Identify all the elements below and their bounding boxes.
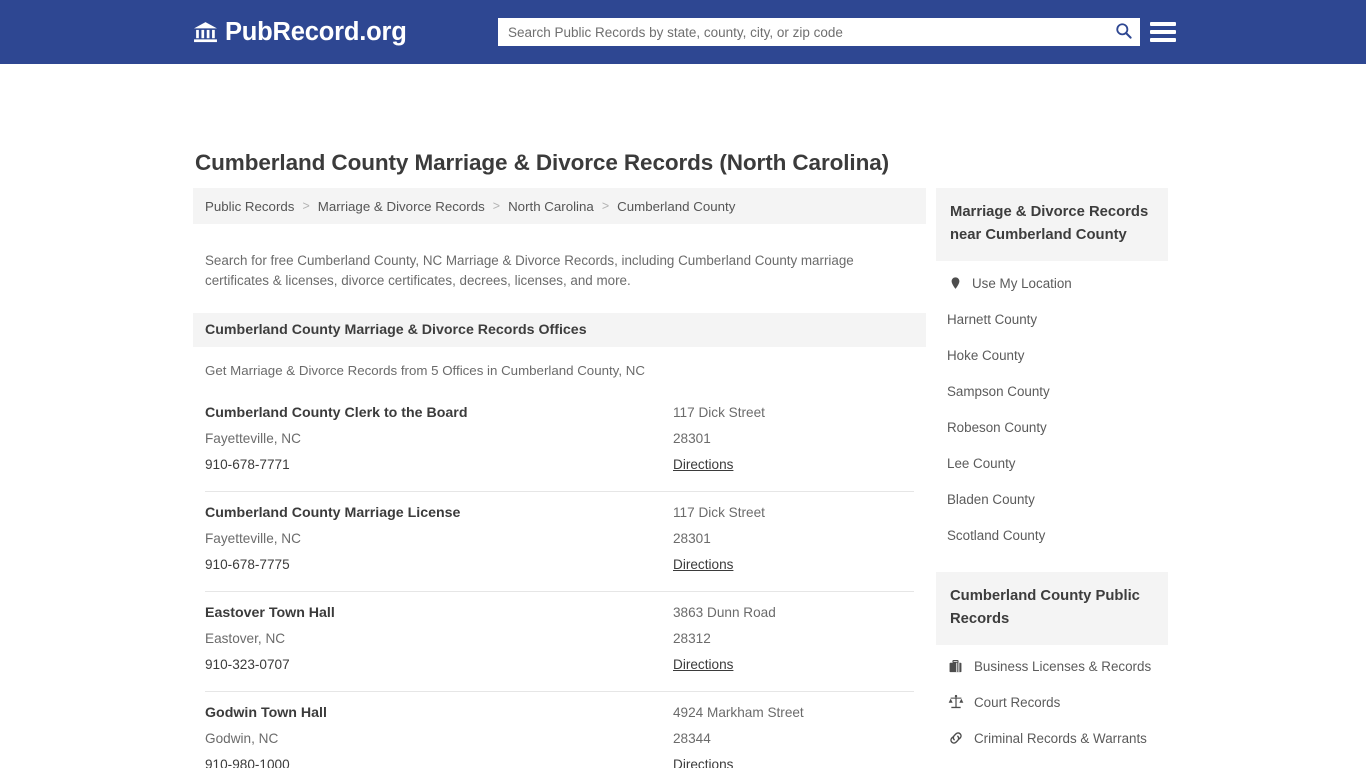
sidebar-item-robeson-county[interactable]: Robeson County [936,409,1168,445]
sidebar-item-lee-county[interactable]: Lee County [936,445,1168,481]
directions-link[interactable]: Directions [673,552,733,578]
search-bar [498,18,1140,46]
offices-list: Cumberland County Clerk to the Board Fay… [193,395,926,768]
public-records-heading: Cumberland County Public Records [950,588,1140,627]
office-city: Fayetteville, NC [205,531,301,547]
breadcrumb-item-marriage-divorce-records[interactable]: Marriage & Divorce Records [318,199,485,214]
scales-of-justice-icon [947,694,964,711]
breadcrumb: Public Records > Marriage & Divorce Reco… [193,188,926,224]
offices-section-subheading: Get Marriage & Divorce Records from 5 Of… [205,363,645,379]
sidebar-item-label: Hoke County [947,347,1025,363]
site-logo-link[interactable]: PubRecord.org [193,18,407,47]
sidebar: Marriage & Divorce Records near Cumberla… [936,188,1168,768]
office-zip: 28344 [673,731,711,747]
office-city: Fayetteville, NC [205,431,301,447]
office-details: Godwin Town Hall Godwin, NC 910-980-1000 [205,700,673,768]
sidebar-item-label: Harnett County [947,311,1038,327]
office-street: 3863 Dunn Road [673,605,776,621]
main-column: Public Records > Marriage & Divorce Reco… [193,188,926,768]
office-zip: 28301 [673,431,711,447]
office-phone: 910-678-7771 [205,457,290,473]
office-address: 117 Dick Street 28301 Directions [673,400,914,478]
office-zip: 28312 [673,631,711,647]
office-street: 117 Dick Street [673,505,765,521]
sidebar-item-label: Criminal Records & Warrants [974,730,1147,746]
sidebar-item-label: Court Records [974,694,1061,710]
sidebar-item-court-records[interactable]: Court Records [936,684,1168,720]
briefcase-icon [947,658,964,675]
office-phone: 910-980-1000 [205,757,290,768]
sidebar-item-harnett-county[interactable]: Harnett County [936,301,1168,337]
intro-description: Search for free Cumberland County, NC Ma… [205,253,854,289]
sidebar-item-sampson-county[interactable]: Sampson County [936,373,1168,409]
sidebar-item-bladen-county[interactable]: Bladen County [936,481,1168,517]
office-name: Cumberland County Marriage License [205,505,461,522]
office-street: 4924 Markham Street [673,705,804,721]
site-header: PubRecord.org [0,0,1366,64]
sidebar-item-criminal-records[interactable]: Criminal Records & Warrants [936,720,1168,756]
table-row: Godwin Town Hall Godwin, NC 910-980-1000… [205,692,914,768]
sidebar-item-use-my-location[interactable]: Use My Location [936,265,1168,301]
content-layout: Public Records > Marriage & Divorce Reco… [0,188,1366,768]
chain-link-icon [947,730,964,747]
office-details: Eastover Town Hall Eastover, NC 910-323-… [205,600,673,678]
sidebar-item-label: Sampson County [947,383,1050,399]
search-button[interactable] [1106,18,1140,46]
directions-link[interactable]: Directions [673,752,733,768]
sidebar-item-business-licenses[interactable]: Business Licenses & Records [936,648,1168,684]
sidebar-item-scotland-county[interactable]: Scotland County [936,517,1168,553]
search-input[interactable] [498,18,1106,46]
bank-icon [193,20,218,45]
office-city: Godwin, NC [205,731,279,747]
sidebar-item-label: Robeson County [947,419,1047,435]
table-row: Cumberland County Clerk to the Board Fay… [205,395,914,493]
breadcrumb-item-cumberland-county[interactable]: Cumberland County [617,199,735,214]
page-title: Cumberland County Marriage & Divorce Rec… [195,150,890,175]
office-details: Cumberland County Clerk to the Board Fay… [205,400,673,478]
office-address: 3863 Dunn Road 28312 Directions [673,600,914,678]
office-name: Cumberland County Clerk to the Board [205,405,468,422]
hamburger-menu-icon[interactable] [1150,19,1176,45]
office-address: 4924 Markham Street 28344 Directions [673,700,914,768]
directions-link[interactable]: Directions [673,652,733,678]
search-icon [1114,21,1133,43]
nearby-records-card: Marriage & Divorce Records near Cumberla… [936,188,1168,261]
table-row: Cumberland County Marriage License Fayet… [205,492,914,593]
breadcrumb-separator: > [492,199,501,213]
office-details: Cumberland County Marriage License Fayet… [205,500,673,578]
sidebar-item-label: Bladen County [947,491,1035,507]
sidebar-item-hoke-county[interactable]: Hoke County [936,337,1168,373]
office-street: 117 Dick Street [673,405,765,421]
office-name: Godwin Town Hall [205,705,327,722]
breadcrumb-item-public-records[interactable]: Public Records [205,199,294,214]
nearby-records-heading: Marriage & Divorce Records near Cumberla… [950,204,1149,243]
sidebar-item-label: Business Licenses & Records [974,658,1152,674]
sidebar-item-inmate-jail-records[interactable]: Inmate & Jail Records [936,756,1168,768]
public-records-card: Cumberland County Public Records [936,572,1168,645]
directions-link[interactable]: Directions [673,452,733,478]
breadcrumb-separator: > [302,199,310,213]
office-phone: 910-678-7775 [205,557,290,573]
page-body: Cumberland County Marriage & Divorce Rec… [0,64,1366,768]
office-zip: 28301 [673,531,711,547]
office-phone: 910-323-0707 [205,657,290,673]
map-pin-icon [947,275,963,291]
offices-section-heading: Cumberland County Marriage & Divorce Rec… [193,313,926,348]
office-name: Eastover Town Hall [205,605,335,622]
office-city: Eastover, NC [205,631,286,647]
office-address: 117 Dick Street 28301 Directions [673,500,914,578]
table-row: Eastover Town Hall Eastover, NC 910-323-… [205,592,914,693]
public-records-list: Business Licenses & Records Court Record… [936,648,1168,768]
site-logo-text: PubRecord.org [225,17,407,46]
sidebar-item-label: Use My Location [972,275,1072,291]
breadcrumb-item-north-carolina[interactable]: North Carolina [508,199,594,214]
sidebar-item-label: Scotland County [947,527,1046,543]
sidebar-item-label: Lee County [947,455,1016,471]
breadcrumb-separator: > [601,199,610,213]
nearby-counties-list: Use My Location Harnett County Hoke Coun… [936,265,1168,553]
